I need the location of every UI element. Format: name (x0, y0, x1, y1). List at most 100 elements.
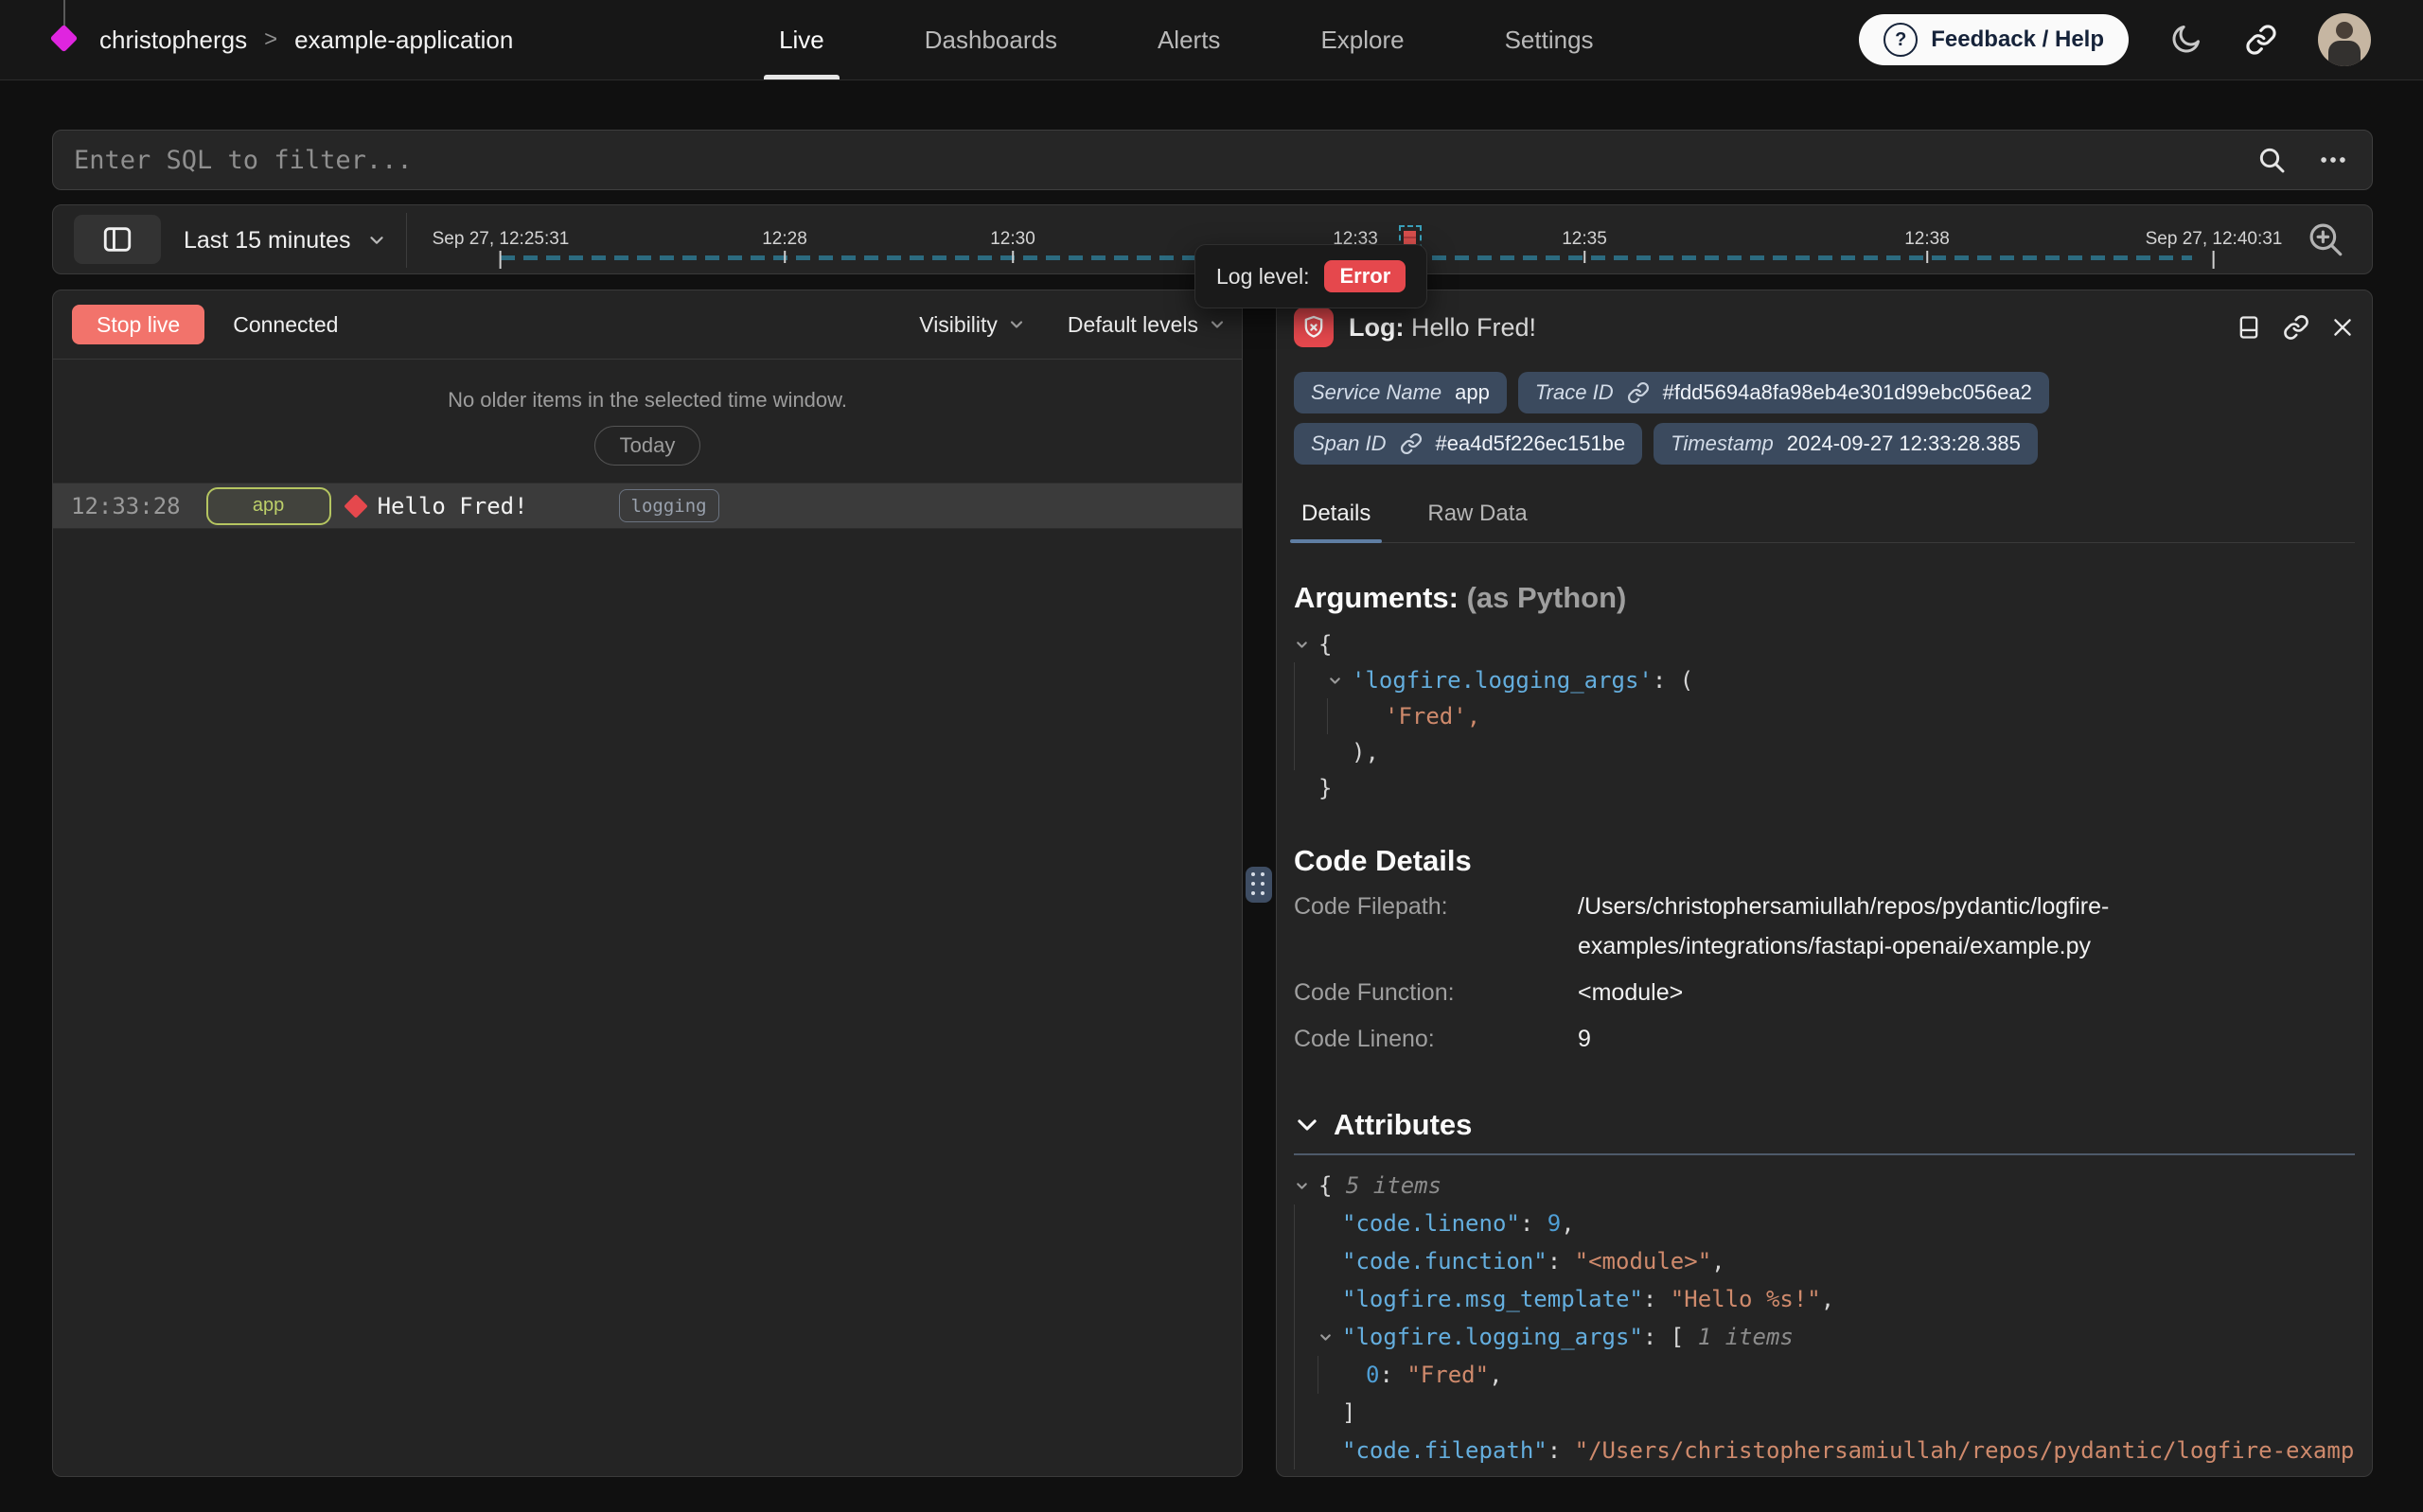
meta-label: Trace ID (1535, 380, 1614, 405)
meta-pill-timestamp[interactable]: Timestamp2024-09-27 12:33:28.385 (1654, 423, 2038, 465)
zoom-in-icon[interactable] (2300, 219, 2351, 263)
log-meta: Service Name app Trace ID #fdd5694a8fa98eb4… (1294, 372, 2355, 465)
meta-value: #ea4d5f226ec151be (1436, 431, 1626, 456)
code-line: { 5 items (1294, 1167, 2355, 1204)
dock-panel-icon[interactable] (2236, 314, 2262, 341)
search-icon[interactable] (2256, 145, 2287, 175)
theme-moon-icon[interactable] (2167, 21, 2204, 59)
chevron-down-icon (1294, 1112, 1320, 1138)
meta-pill-trace-id[interactable]: Trace ID #fdd5694a8fa98eb4e301d99ebc056ea… (1518, 372, 2049, 413)
share-link-icon[interactable] (2242, 21, 2280, 59)
code-line: "code.filepath": "/Users/christophersami… (1294, 1432, 2355, 1469)
error-shield-icon (1294, 308, 1334, 347)
meta-label: Service Name (1311, 380, 1441, 405)
details-title-prefix: Log: (1349, 313, 1404, 342)
breadcrumb-project[interactable]: example-application (294, 26, 513, 55)
nav-tab-alerts[interactable]: Alerts (1152, 0, 1226, 79)
code-detail-label: Code Lineno: (1294, 1026, 1578, 1059)
code-line: "logfire.msg_template": "Hello %s!", (1294, 1280, 2355, 1318)
details-header: Log: Hello Fred! (1294, 308, 2355, 347)
code-line: { (1294, 626, 2355, 662)
code-line: } (1294, 770, 2355, 806)
close-icon[interactable] (2330, 315, 2355, 340)
code-line: "code.function": "<module>", (1294, 1242, 2355, 1280)
user-avatar[interactable] (2318, 13, 2371, 66)
stop-live-button[interactable]: Stop live (72, 305, 204, 344)
today-button[interactable]: Today (594, 426, 701, 466)
nav-tab-explore[interactable]: Explore (1315, 0, 1409, 79)
breadcrumb: christophergs > example-application (99, 26, 513, 55)
more-options-icon[interactable] (2317, 144, 2349, 176)
code-detail-row: Code Filepath:/Users/christophersamiulla… (1294, 893, 2355, 966)
collapse-chevron-icon[interactable] (1294, 626, 1318, 662)
code-line: "logfire.logging_args": [ 1 items (1294, 1318, 2355, 1356)
attributes-divider (1294, 1153, 2355, 1155)
collapse-chevron-icon[interactable] (1294, 1167, 1318, 1204)
visibility-dropdown[interactable]: Visibility (919, 312, 1026, 338)
details-tab-details[interactable]: Details (1294, 491, 1378, 542)
meta-pill-service-name[interactable]: Service Name app (1294, 372, 1507, 413)
code-line: "code.lineno": 9, (1294, 1204, 2355, 1242)
empty-window-message: No older items in the selected time wind… (53, 388, 1242, 413)
sql-filter-input[interactable]: Enter SQL to filter... (53, 146, 2256, 175)
meta-value: #fdd5694a8fa98eb4e301d99ebc056ea2 (1663, 380, 2032, 405)
code-line: ] (1294, 1394, 2355, 1432)
attributes-json-block: { 5 items"code.lineno": 9,"code.function… (1294, 1167, 2355, 1469)
code-details-rows: Code Filepath:/Users/christophersamiulla… (1294, 893, 2355, 1059)
nav-tab-dashboards[interactable]: Dashboards (919, 0, 1063, 79)
logging-tag-badge[interactable]: logging (619, 489, 719, 522)
help-icon: ? (1884, 23, 1918, 57)
timeline-tick-label: Sep 27, 12:40:31 (2146, 230, 2283, 248)
timeline-tick: 12:28 (762, 230, 807, 263)
nav-tab-settings[interactable]: Settings (1499, 0, 1600, 79)
timeline-tick-label: Sep 27, 12:25:31 (433, 230, 570, 248)
logfire-logo[interactable] (52, 0, 77, 62)
meta-label: Span ID (1311, 431, 1387, 456)
meta-pill-span-id[interactable]: Span ID #ea4d5f226ec151be (1294, 423, 1642, 465)
timeline-tick: 12:35 (1562, 230, 1607, 263)
timeline-tick-label: 12:30 (990, 230, 1035, 248)
top-nav: christophergs > example-application Live… (0, 0, 2423, 80)
meta-value: app (1455, 380, 1490, 405)
attributes-heading-text: Attributes (1334, 1108, 1472, 1142)
service-badge[interactable]: app (206, 487, 331, 525)
attributes-heading[interactable]: Attributes (1294, 1108, 2355, 1142)
nav-tabs: Live Dashboards Alerts Explore Settings (513, 0, 1859, 79)
code-detail-value: <module> (1578, 973, 1683, 1012)
collapse-chevron-icon[interactable] (1318, 1318, 1342, 1356)
default-levels-label: Default levels (1068, 312, 1198, 338)
timeline-tick: 12:30 (990, 230, 1035, 263)
avatar-body-shape (2328, 41, 2361, 66)
details-tabs: Details Raw Data (1294, 491, 2355, 543)
log-row[interactable]: 12:33:28 app Hello Fred! logging (53, 483, 1242, 529)
arguments-heading: Arguments: (as Python) (1294, 581, 2355, 615)
log-level-tooltip: Log level: Error (1194, 244, 1427, 308)
chevron-down-icon (1208, 315, 1227, 334)
feedback-help-button[interactable]: ? Feedback / Help (1859, 14, 2129, 65)
details-tab-raw-data[interactable]: Raw Data (1420, 491, 1534, 542)
arguments-subheading: (as Python) (1467, 581, 1627, 614)
code-line: ), (1294, 734, 2355, 770)
live-panel-header: Stop live Connected Visibility Default l… (53, 290, 1242, 360)
error-level-badge: Error (1324, 260, 1406, 292)
code-detail-label: Code Filepath: (1294, 893, 1578, 966)
code-line: 'logfire.logging_args': ( (1294, 662, 2355, 698)
code-line: 0: "Fred", (1294, 1356, 2355, 1394)
timeline-tick: 12:38 (1904, 230, 1950, 263)
live-view-panel: Stop live Connected Visibility Default l… (52, 290, 1243, 1477)
breadcrumb-separator: > (264, 26, 277, 53)
code-detail-label: Code Function: (1294, 979, 1578, 1012)
panel-resize-handle[interactable] (1246, 867, 1272, 903)
code-line: 'Fred', (1294, 698, 2355, 734)
breadcrumb-org[interactable]: christophergs (99, 26, 247, 55)
visibility-label: Visibility (919, 312, 998, 338)
timeline-tick-label: 12:28 (762, 230, 807, 248)
logfire-app: christophergs > example-application Live… (0, 0, 2423, 1512)
nav-tab-live[interactable]: Live (773, 0, 830, 79)
error-diamond-icon (344, 494, 367, 518)
copy-link-icon[interactable] (2283, 314, 2309, 341)
collapse-chevron-icon[interactable] (1327, 662, 1352, 698)
log-details-panel: Log: Hello Fred! Service Name app Trace ID… (1276, 290, 2373, 1477)
default-levels-dropdown[interactable]: Default levels (1068, 312, 1227, 338)
link-icon (1400, 432, 1423, 455)
